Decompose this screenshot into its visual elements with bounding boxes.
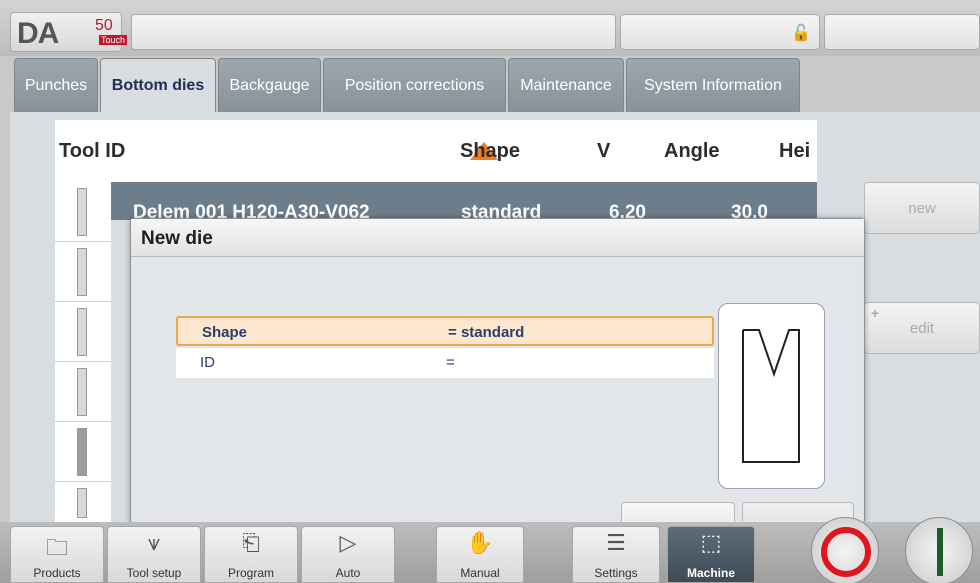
tab-maintenance[interactable]: Maintenance bbox=[508, 58, 624, 112]
tab-punches[interactable]: Punches bbox=[14, 58, 98, 112]
table-row-selected[interactable]: Delem 001 H120-A30-V062 standard 6.20 30… bbox=[111, 182, 817, 223]
unlock-icon[interactable]: 🔓 bbox=[791, 23, 811, 42]
edit-button[interactable]: + edit bbox=[864, 302, 980, 354]
col-angle[interactable]: Angle bbox=[664, 140, 720, 163]
col-shape[interactable]: Shape bbox=[460, 140, 520, 163]
col-tool-id[interactable]: Tool ID bbox=[59, 140, 125, 163]
top-bar: DA 50 Touch 🔓 bbox=[0, 0, 980, 56]
logo-model: 50 bbox=[95, 17, 113, 34]
folder-icon: 🗀 bbox=[45, 536, 68, 561]
settings-list-icon: ☰ bbox=[606, 531, 626, 556]
param-row-shape[interactable]: Shape = standard bbox=[176, 316, 714, 346]
param-label: Shape bbox=[202, 324, 248, 341]
die-thumbnail[interactable] bbox=[55, 182, 111, 242]
tab-system-information[interactable]: System Information bbox=[626, 58, 800, 112]
param-row-id[interactable]: ID = bbox=[176, 348, 714, 378]
param-label: ID bbox=[200, 354, 215, 371]
tab-position-corrections[interactable]: Position corrections bbox=[323, 58, 506, 112]
nav-program[interactable]: ⎗ Program bbox=[204, 526, 298, 583]
nav-products[interactable]: 🗀 Products bbox=[10, 526, 104, 583]
program-icon: ⎗ bbox=[242, 531, 260, 556]
die-thumbnail[interactable] bbox=[55, 422, 111, 482]
col-v[interactable]: V bbox=[597, 140, 610, 163]
plus-icon: + bbox=[871, 305, 880, 321]
machine-icon: ⬚ bbox=[700, 531, 722, 556]
tab-bottom-dies[interactable]: Bottom dies bbox=[100, 58, 216, 112]
param-value: = standard bbox=[448, 324, 525, 341]
status-field-right bbox=[824, 14, 980, 50]
stop-button[interactable] bbox=[811, 517, 879, 583]
nav-auto[interactable]: ▷ Auto bbox=[301, 526, 395, 583]
die-thumbnails bbox=[55, 182, 111, 542]
tool-setup-icon: ⩛ bbox=[147, 531, 161, 556]
nav-machine[interactable]: ⬚ Machine bbox=[667, 526, 755, 583]
dialog-title: New die bbox=[131, 219, 864, 257]
dialog-body: Shape = standard ID = cancel accept bbox=[132, 258, 863, 554]
die-thumbnail[interactable] bbox=[55, 302, 111, 362]
start-button[interactable] bbox=[905, 517, 973, 583]
stop-icon bbox=[821, 527, 871, 577]
nav-settings[interactable]: ☰ Settings bbox=[572, 526, 660, 583]
die-shape-preview bbox=[718, 303, 825, 489]
table-header: Tool ID Shape V Angle Hei bbox=[55, 120, 817, 182]
die-thumbnail[interactable] bbox=[55, 362, 111, 422]
nav-manual[interactable]: ✋ Manual bbox=[436, 526, 524, 583]
new-button[interactable]: new bbox=[864, 182, 980, 234]
tab-backgauge[interactable]: Backgauge bbox=[218, 58, 321, 112]
col-height[interactable]: Hei bbox=[779, 140, 810, 163]
edit-label: edit bbox=[909, 319, 935, 337]
hand-icon: ✋ bbox=[466, 531, 494, 556]
play-icon: ▷ bbox=[339, 531, 357, 556]
logo-text: DA bbox=[17, 17, 59, 50]
start-icon bbox=[937, 528, 943, 576]
da-logo: DA 50 Touch bbox=[10, 12, 128, 52]
status-field-lock[interactable]: 🔓 bbox=[620, 14, 820, 50]
param-value: = bbox=[446, 354, 455, 371]
die-thumbnail[interactable] bbox=[55, 242, 111, 302]
new-die-dialog: New die Shape = standard ID = cancel acc… bbox=[130, 218, 865, 554]
nav-tool-setup[interactable]: ⩛ Tool setup bbox=[107, 526, 201, 583]
status-field-main bbox=[131, 14, 616, 50]
die-shape-icon bbox=[742, 329, 800, 463]
logo-sub: Touch bbox=[99, 35, 128, 45]
